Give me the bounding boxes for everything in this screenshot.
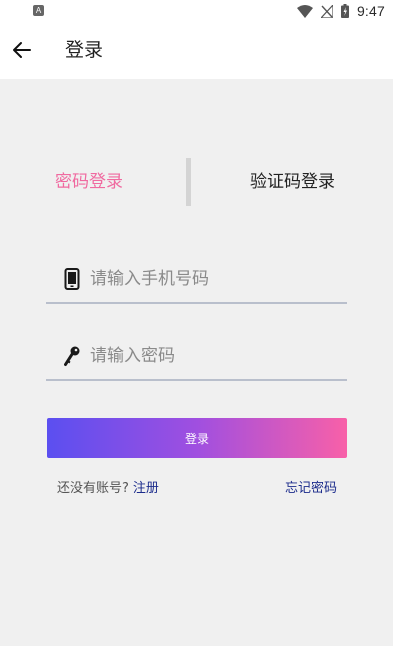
login-method-tabs: 密码登录 验证码登录: [0, 158, 393, 206]
tab-code-login[interactable]: 验证码登录: [250, 170, 335, 194]
app-bar: 登录: [0, 22, 393, 79]
status-time: 9:47: [356, 3, 385, 19]
forgot-password-link[interactable]: 忘记密码: [285, 479, 337, 499]
no-account-text: 还没有账号?: [57, 481, 129, 496]
notification-app-icon: A: [33, 5, 44, 16]
status-bar: A 9:47: [0, 0, 393, 22]
password-input[interactable]: [90, 341, 340, 371]
page-title: 登录: [65, 39, 104, 61]
signal-icon: [320, 4, 333, 18]
status-icons: 9:47: [296, 2, 385, 20]
phone-icon: [64, 268, 80, 290]
account-links: 还没有账号? 注册 忘记密码: [57, 479, 337, 499]
tab-divider: [186, 158, 191, 206]
back-button[interactable]: [10, 38, 34, 62]
phone-input[interactable]: [90, 264, 340, 294]
tab-password-login[interactable]: 密码登录: [55, 170, 123, 194]
key-icon: [64, 346, 80, 366]
wifi-icon: [296, 4, 313, 18]
phone-field: [46, 258, 347, 304]
password-field: [46, 335, 347, 381]
battery-icon: [340, 4, 349, 18]
register-link[interactable]: 注册: [133, 481, 159, 496]
login-button[interactable]: 登录: [47, 418, 347, 458]
arrow-left-icon: [13, 42, 31, 58]
